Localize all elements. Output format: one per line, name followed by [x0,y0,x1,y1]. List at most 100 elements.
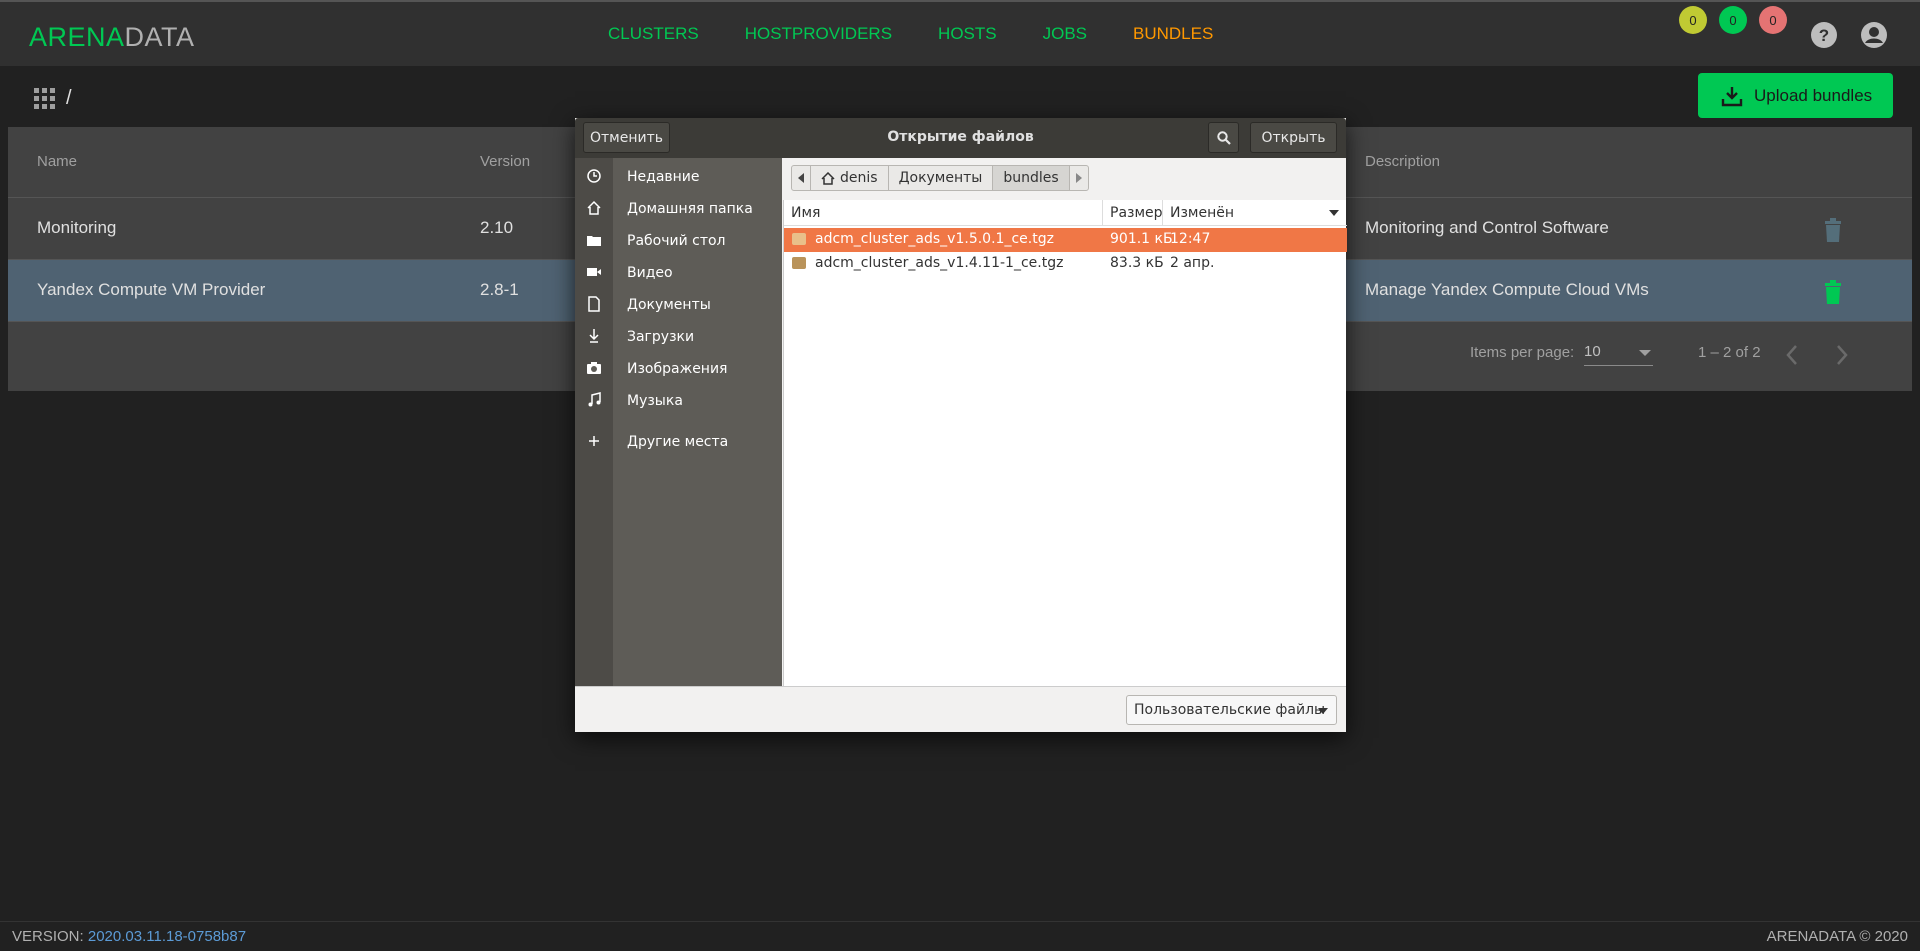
sidebar-item-label: Музыка [627,393,683,409]
sidebar-item-pictures[interactable]: Изображения [575,354,782,384]
apps-grid-icon[interactable] [34,88,55,109]
nav-hosts[interactable]: HOSTS [938,24,997,44]
upload-bundles-label: Upload bundles [1754,85,1873,105]
sidebar-item-label: Недавние [627,169,700,185]
account-icon[interactable] [1860,21,1888,49]
file-modified: 12:47 [1170,231,1211,247]
nav-jobs[interactable]: JOBS [1043,24,1087,44]
row-version: 2.10 [480,218,514,237]
row-version: 2.8-1 [480,280,519,299]
column-header-description[interactable]: Description [1365,153,1440,170]
sidebar-item-home[interactable]: Домашняя папка [575,194,782,224]
sidebar-item-label: Рабочий стол [627,233,726,249]
column-header-name[interactable]: Имя [791,205,820,221]
status-badge-success[interactable]: 0 [1719,6,1747,34]
column-header-name[interactable]: Name [37,153,77,170]
file-row[interactable]: adcm_cluster_ads_v1.4.11-1_ce.tgz 83.3 к… [784,252,1347,276]
download-arrow-icon [589,329,599,343]
row-description: Monitoring and Control Software [1365,218,1609,237]
version-link[interactable]: 2020.03.11.18-0758b87 [88,928,246,945]
items-per-page-value: 10 [1584,343,1601,360]
sidebar-item-label: Документы [627,297,711,313]
file-list-header: Имя Размер Изменён [784,200,1347,226]
sidebar-item-documents[interactable]: Документы [575,290,782,320]
file-name: adcm_cluster_ads_v1.5.0.1_ce.tgz [815,231,1054,247]
nav-clusters[interactable]: CLUSTERS [608,24,699,44]
next-page-icon[interactable] [1835,344,1849,366]
app-logo[interactable]: ARENADATA [29,22,195,53]
sidebar-item-recent[interactable]: Недавние [575,162,782,192]
nav-hostproviders[interactable]: HOSTPROVIDERS [745,24,892,44]
top-bar: ARENADATA CLUSTERS HOSTPROVIDERS HOSTS J… [0,0,1920,66]
sidebar-item-desktop[interactable]: Рабочий стол [575,226,782,256]
archive-icon [792,257,806,269]
dialog-header: Отменить Открытие файлов Открыть [575,118,1346,158]
items-per-page-select[interactable]: 10 [1584,340,1653,366]
path-segment-home[interactable]: denis [811,166,889,190]
status-badge-failed[interactable]: 0 [1759,6,1787,34]
sidebar-item-label: Другие места [627,434,729,450]
sidebar-item-videos[interactable]: Видео [575,258,782,288]
sidebar-item-other-locations[interactable]: Другие места [575,427,782,457]
chevron-left-icon [798,173,804,183]
svg-text:?: ? [1819,26,1829,45]
chevron-right-icon [1075,173,1082,183]
path-scroll-right-button[interactable] [1070,166,1088,190]
copyright: ARENADATA © 2020 [1766,928,1908,945]
home-icon [821,171,835,185]
nav-bundles[interactable]: BUNDLES [1133,24,1213,44]
sidebar-item-label: Домашняя папка [627,201,753,217]
path-segment-bundles[interactable]: bundles [993,166,1070,190]
sidebar-item-label: Загрузки [627,329,695,345]
plus-icon [589,436,599,446]
archive-icon [792,233,806,245]
file-list: Имя Размер Изменён adcm_cluster_ads_v1.5… [783,200,1347,686]
music-icon [588,392,601,407]
help-icon[interactable]: ? [1810,21,1838,49]
row-description: Manage Yandex Compute Cloud VMs [1365,280,1649,299]
sidebar-item-label: Изображения [627,361,728,377]
column-header-modified[interactable]: Изменён [1170,205,1234,221]
page-range: 1 – 2 of 2 [1698,344,1761,361]
sidebar-item-music[interactable]: Музыка [575,386,782,416]
status-badge-running[interactable]: 0 [1679,6,1707,34]
main-nav: CLUSTERS HOSTPROVIDERS HOSTS JOBS BUNDLE… [608,24,1213,44]
file-filter-select[interactable]: Пользовательские файлы [1126,695,1337,725]
column-divider [1162,200,1163,226]
delete-icon[interactable] [1823,218,1843,242]
sort-descending-icon[interactable] [1329,210,1339,216]
open-button[interactable]: Открыть [1250,122,1337,153]
path-segment-documents[interactable]: Документы [889,166,994,190]
video-icon [587,268,601,276]
file-modified: 2 апр. [1170,255,1215,271]
column-divider [1102,200,1103,226]
file-size: 83.3 кБ [1110,255,1164,271]
breadcrumb: / [66,87,72,109]
chevron-down-icon [1318,708,1328,714]
row-name: Monitoring [37,218,117,237]
row-name: Yandex Compute VM Provider [37,280,266,299]
file-size: 901.1 кБ [1110,231,1173,247]
previous-page-icon[interactable] [1785,344,1799,366]
clock-icon [587,169,601,183]
file-filter-value: Пользовательские файлы [1134,702,1326,718]
path-bar: denis Документы bundles [791,165,1089,191]
sidebar-item-label: Видео [627,265,673,281]
delete-icon[interactable] [1823,280,1843,304]
column-header-size[interactable]: Размер [1110,205,1163,221]
search-button[interactable] [1208,122,1239,153]
camera-icon [587,362,601,374]
search-icon [1216,130,1231,145]
file-open-dialog: Отменить Открытие файлов Открыть Недавни… [575,118,1347,732]
file-row[interactable]: adcm_cluster_ads_v1.5.0.1_ce.tgz 901.1 к… [784,228,1347,252]
path-scroll-left-button[interactable] [792,166,811,190]
upload-bundles-button[interactable]: Upload bundles [1698,73,1893,118]
dialog-footer: Пользовательские файлы [575,686,1346,732]
home-icon [587,200,601,215]
document-icon [588,296,600,312]
sidebar-item-downloads[interactable]: Загрузки [575,322,782,352]
chevron-down-icon [1639,350,1651,356]
version-info: VERSION: 2020.03.11.18-0758b87 [12,928,246,945]
column-header-version[interactable]: Version [480,153,530,170]
download-icon [1721,86,1743,106]
